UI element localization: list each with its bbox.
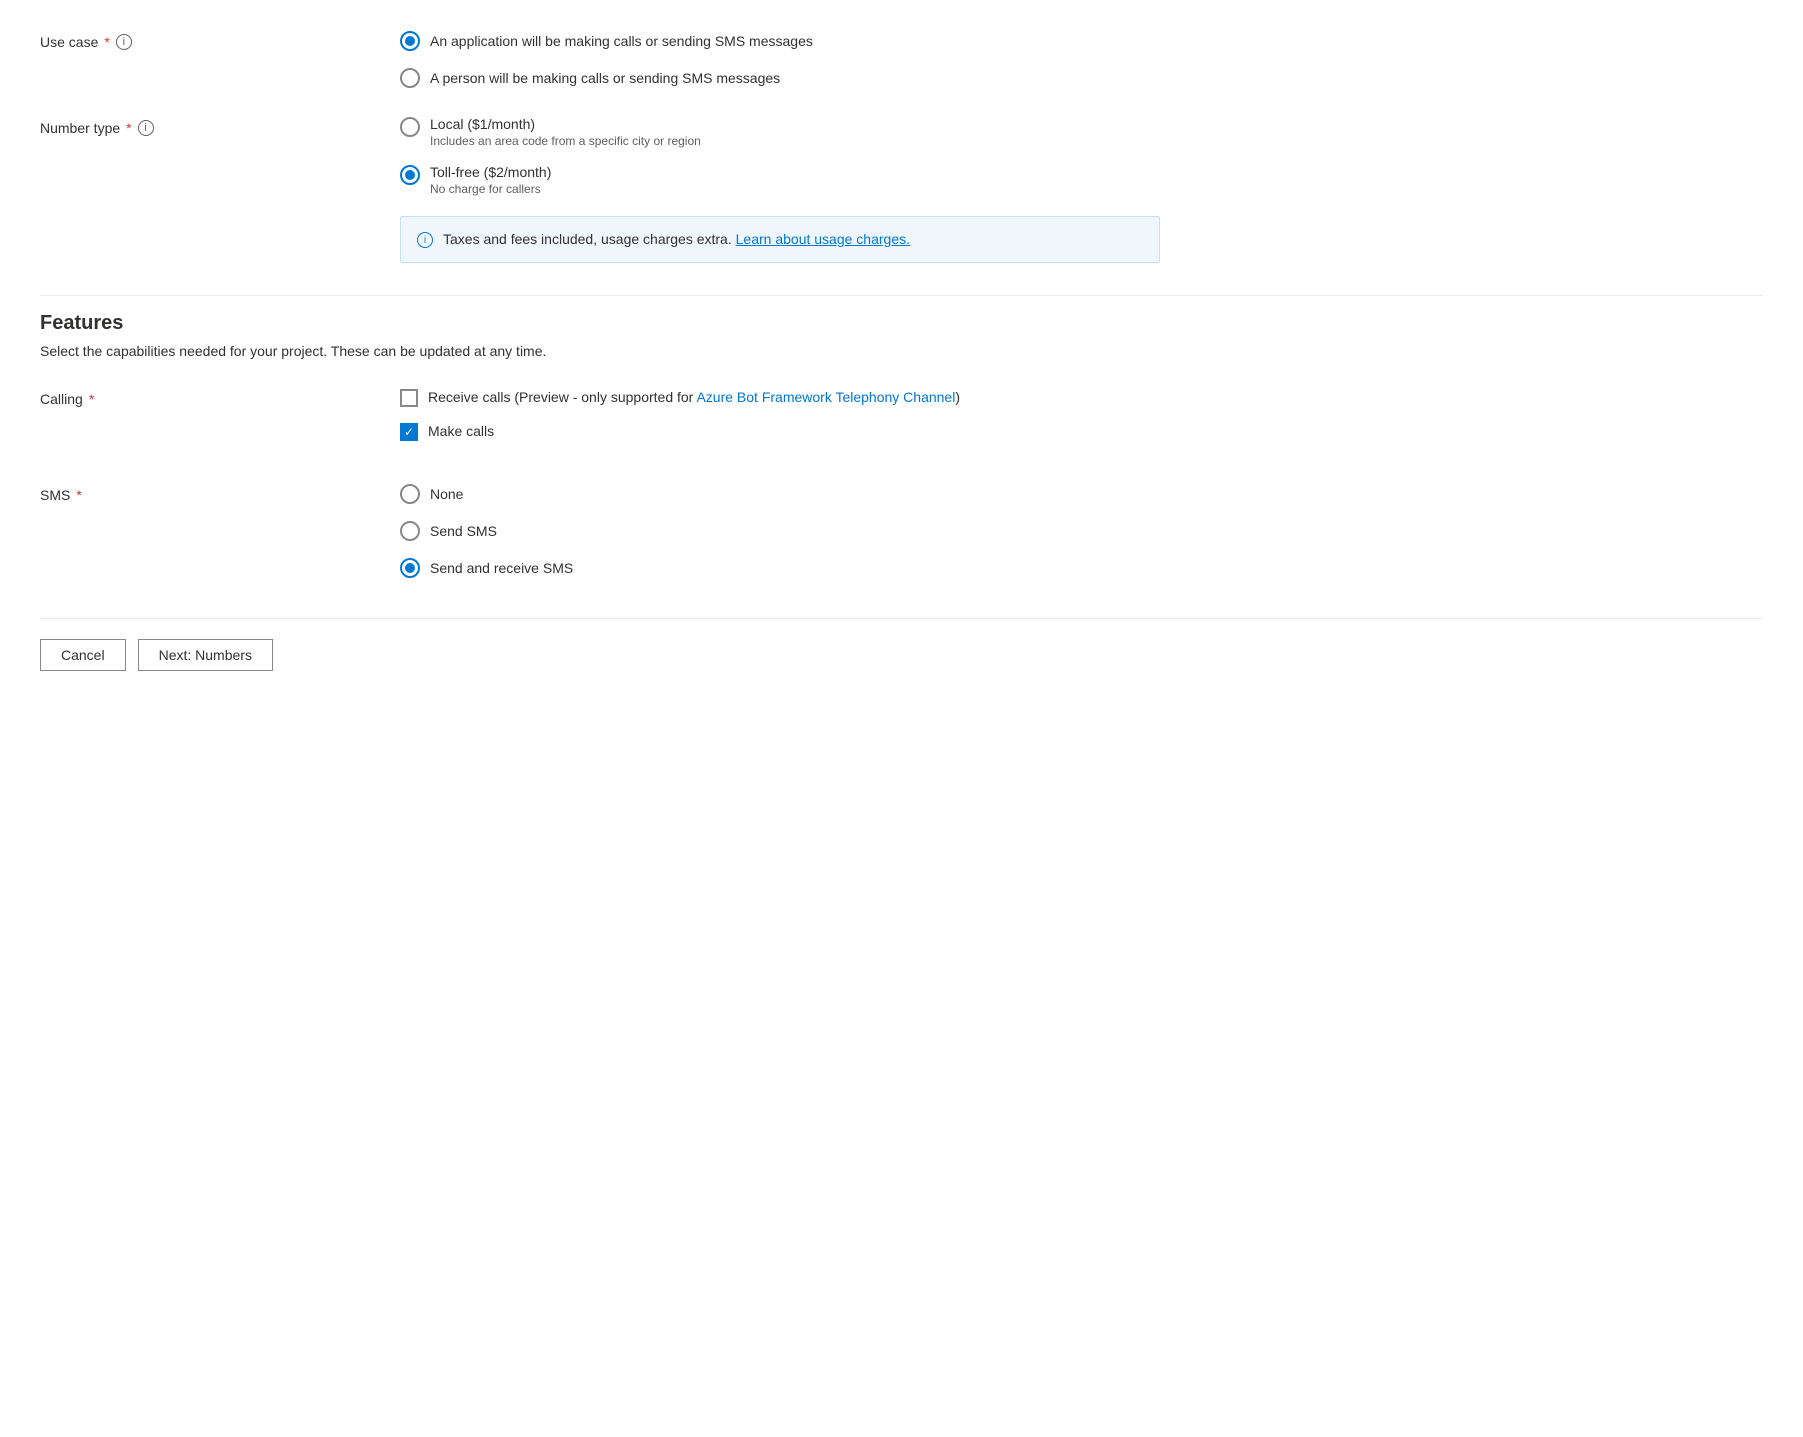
calling-label-text: Calling xyxy=(40,391,83,407)
number-type-tollfree-wrapper[interactable]: Toll-free ($2/month) No charge for calle… xyxy=(400,164,1763,196)
sms-label-text: SMS xyxy=(40,487,70,503)
footer-buttons: Cancel Next: Numbers xyxy=(40,618,1763,691)
number-type-local-label: Local ($1/month) xyxy=(430,116,701,132)
features-title: Features xyxy=(40,312,1763,335)
use-case-app-label: An application will be making calls or s… xyxy=(430,33,813,49)
info-banner-text: Taxes and fees included, usage charges e… xyxy=(443,231,910,247)
use-case-person-label: A person will be making calls or sending… xyxy=(430,70,780,86)
use-case-radio-person[interactable] xyxy=(400,68,420,88)
use-case-label-text: Use case xyxy=(40,34,98,50)
sms-label: SMS * xyxy=(40,483,400,503)
make-calls-checkbox[interactable] xyxy=(400,423,418,441)
sms-required: * xyxy=(76,487,81,503)
number-type-local-sublabel: Includes an area code from a specific ci… xyxy=(430,134,701,148)
number-type-tollfree-label: Toll-free ($2/month) xyxy=(430,164,551,180)
sms-radio-send[interactable] xyxy=(400,521,420,541)
sms-row: SMS * None Send SMS Send and receive SMS xyxy=(40,483,1763,578)
use-case-required: * xyxy=(104,34,109,50)
use-case-radio-app[interactable] xyxy=(400,31,420,51)
sms-none-option[interactable]: None xyxy=(400,483,1763,504)
sms-radio-none[interactable] xyxy=(400,484,420,504)
info-banner-link[interactable]: Learn about usage charges. xyxy=(736,231,910,247)
calling-required: * xyxy=(89,391,94,407)
calling-label: Calling * xyxy=(40,387,400,407)
cancel-button[interactable]: Cancel xyxy=(40,639,126,671)
receive-calls-row[interactable]: Receive calls (Preview - only supported … xyxy=(400,387,1763,407)
sms-send-receive-label: Send and receive SMS xyxy=(430,560,573,576)
features-section: Features Select the capabilities needed … xyxy=(40,295,1763,578)
azure-bot-link[interactable]: Azure Bot Framework Telephony Channel xyxy=(696,389,955,405)
number-type-label: Number type * i xyxy=(40,116,400,136)
make-calls-label: Make calls xyxy=(428,421,494,439)
features-subtitle: Select the capabilities needed for your … xyxy=(40,343,1763,359)
calling-options: Receive calls (Preview - only supported … xyxy=(400,387,1763,455)
number-type-tollfree-sublabel: No charge for callers xyxy=(430,182,551,196)
make-calls-row[interactable]: Make calls xyxy=(400,421,1763,441)
number-type-radio-local[interactable] xyxy=(400,117,420,137)
sms-none-label: None xyxy=(430,486,463,502)
use-case-option-app[interactable]: An application will be making calls or s… xyxy=(400,30,1763,51)
page-container: Use case * i An application will be maki… xyxy=(0,0,1803,721)
number-type-radio-tollfree[interactable] xyxy=(400,165,420,185)
sms-options: None Send SMS Send and receive SMS xyxy=(400,483,1763,578)
next-button[interactable]: Next: Numbers xyxy=(138,639,273,671)
calling-row: Calling * Receive calls (Preview - only … xyxy=(40,387,1763,455)
number-type-info-icon[interactable]: i xyxy=(138,120,154,136)
number-type-local-text: Local ($1/month) Includes an area code f… xyxy=(430,116,701,148)
info-banner-icon: i xyxy=(417,232,433,248)
sms-send-label: Send SMS xyxy=(430,523,497,539)
receive-calls-label: Receive calls (Preview - only supported … xyxy=(428,387,960,405)
use-case-info-icon[interactable]: i xyxy=(116,34,132,50)
number-type-local-wrapper[interactable]: Local ($1/month) Includes an area code f… xyxy=(400,116,1763,148)
sms-send-receive-option[interactable]: Send and receive SMS xyxy=(400,557,1763,578)
receive-calls-checkbox[interactable] xyxy=(400,389,418,407)
use-case-label: Use case * i xyxy=(40,30,400,50)
sms-radio-send-receive[interactable] xyxy=(400,558,420,578)
number-type-label-text: Number type xyxy=(40,120,120,136)
number-type-row: Number type * i Local ($1/month) Include… xyxy=(40,116,1763,263)
use-case-options: An application will be making calls or s… xyxy=(400,30,1763,88)
info-banner: i Taxes and fees included, usage charges… xyxy=(400,216,1160,263)
number-type-options: Local ($1/month) Includes an area code f… xyxy=(400,116,1763,263)
sms-send-option[interactable]: Send SMS xyxy=(400,520,1763,541)
number-type-required: * xyxy=(126,120,131,136)
use-case-row: Use case * i An application will be maki… xyxy=(40,30,1763,88)
number-type-tollfree-text: Toll-free ($2/month) No charge for calle… xyxy=(430,164,551,196)
use-case-option-person[interactable]: A person will be making calls or sending… xyxy=(400,67,1763,88)
